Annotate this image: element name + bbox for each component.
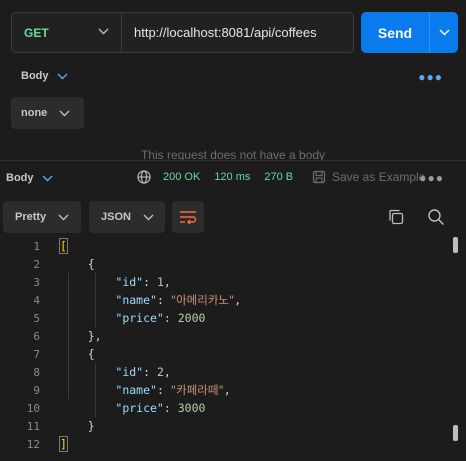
line-number: 10 <box>26 401 40 415</box>
chevron-down-icon <box>58 214 69 220</box>
line-number: 9 <box>33 383 40 397</box>
method-select[interactable]: GET <box>12 13 122 52</box>
wrap-lines-button[interactable] <box>172 201 204 233</box>
chevron-down-icon <box>57 73 67 79</box>
code-text: "name": "카페라떼", <box>115 383 231 397</box>
line-number: 4 <box>33 293 40 307</box>
code-line: 4 "name": "아메리카노", <box>0 291 466 309</box>
code-line: 11 } <box>0 417 466 435</box>
code-text: } <box>60 419 95 433</box>
indent-guide <box>95 363 96 417</box>
response-meta: 200 OK 120 ms 270 B <box>137 170 293 184</box>
globe-icon[interactable] <box>137 170 151 184</box>
code-text: "price": 3000 <box>115 401 206 415</box>
save-icon <box>312 170 326 184</box>
response-size[interactable]: 270 B <box>264 171 293 183</box>
editor-scrollbar[interactable] <box>453 237 458 456</box>
chevron-down-icon <box>42 175 52 181</box>
code-line: 5 "price": 2000 <box>0 309 466 327</box>
code-line: 12] <box>0 435 466 453</box>
view-mode-value: Pretty <box>15 211 47 223</box>
chevron-down-icon <box>98 28 109 35</box>
copy-button[interactable] <box>387 208 405 231</box>
code-text: { <box>60 347 95 361</box>
response-header: Body 200 OK 120 ms 270 B Save as Example… <box>0 160 466 193</box>
body-type-select[interactable]: none <box>11 97 84 129</box>
request-body-tab[interactable]: Body <box>21 70 68 82</box>
send-options-button[interactable] <box>430 29 458 36</box>
code-text: "id": 1, <box>115 275 171 289</box>
response-time[interactable]: 120 ms <box>214 171 250 183</box>
body-type-value: none <box>21 107 48 119</box>
line-number: 1 <box>33 239 40 253</box>
indent-guide <box>68 273 69 399</box>
status-code[interactable]: 200 OK <box>163 171 200 183</box>
code-text: ] <box>59 436 68 452</box>
line-number: 3 <box>33 275 40 289</box>
code-line: 9 "name": "카페라떼", <box>0 381 466 399</box>
response-toolbar: Pretty JSON <box>0 201 466 233</box>
line-number: 7 <box>33 347 40 361</box>
view-mode-select[interactable]: Pretty <box>3 201 81 233</box>
request-body-label: Body <box>21 70 49 82</box>
format-value: JSON <box>101 211 131 223</box>
chevron-down-icon <box>439 29 449 36</box>
code-line: 8 "id": 2, <box>0 363 466 381</box>
copy-icon <box>389 209 404 225</box>
code-text: "price": 2000 <box>115 311 206 325</box>
wrap-lines-icon <box>180 211 197 224</box>
line-number: 11 <box>26 419 40 433</box>
save-as-example-label: Save as Example <box>332 170 426 184</box>
line-number: 8 <box>33 365 40 379</box>
code-text: "id": 2, <box>115 365 171 379</box>
code-line: 7 { <box>0 345 466 363</box>
code-text: { <box>60 257 95 271</box>
send-label: Send <box>377 24 413 41</box>
scroll-thumb[interactable] <box>453 237 458 253</box>
response-code-editor[interactable]: 1[2 {3 "id": 1, 4 "name": "아메리카노", 5 "pric… <box>0 237 466 461</box>
code-line: 6 }, <box>0 327 466 345</box>
more-icon[interactable]: ●●● <box>419 171 444 185</box>
more-icon[interactable]: ●●● <box>418 70 443 84</box>
code-line: 2 { <box>0 255 466 273</box>
scroll-thumb[interactable] <box>453 425 458 441</box>
code-text: [ <box>59 238 68 254</box>
chevron-down-icon <box>143 214 154 220</box>
indent-guide <box>95 273 96 327</box>
code-line: 10 "price": 3000 <box>0 399 466 417</box>
method-label: GET <box>24 25 49 40</box>
line-number: 2 <box>33 257 40 271</box>
search-button[interactable] <box>427 208 445 231</box>
chevron-down-icon <box>59 110 70 116</box>
line-number: 6 <box>33 329 40 343</box>
line-number: 5 <box>33 311 40 325</box>
url-input[interactable]: http://localhost:8081/api/coffees <box>122 25 317 40</box>
response-body-tab[interactable]: Body <box>6 172 53 184</box>
search-icon <box>428 209 445 226</box>
save-as-example-button[interactable]: Save as Example <box>312 170 425 184</box>
request-bar: GET http://localhost:8081/api/coffees <box>11 12 354 53</box>
response-body-label: Body <box>6 172 34 184</box>
code-text: "name": "아메리카노", <box>115 293 242 307</box>
format-select[interactable]: JSON <box>89 201 165 233</box>
send-button[interactable]: Send <box>361 12 458 53</box>
code-text: }, <box>60 329 102 343</box>
code-line: 1[ <box>0 237 466 255</box>
code-line: 3 "id": 1, <box>0 273 466 291</box>
line-number: 12 <box>26 437 40 451</box>
